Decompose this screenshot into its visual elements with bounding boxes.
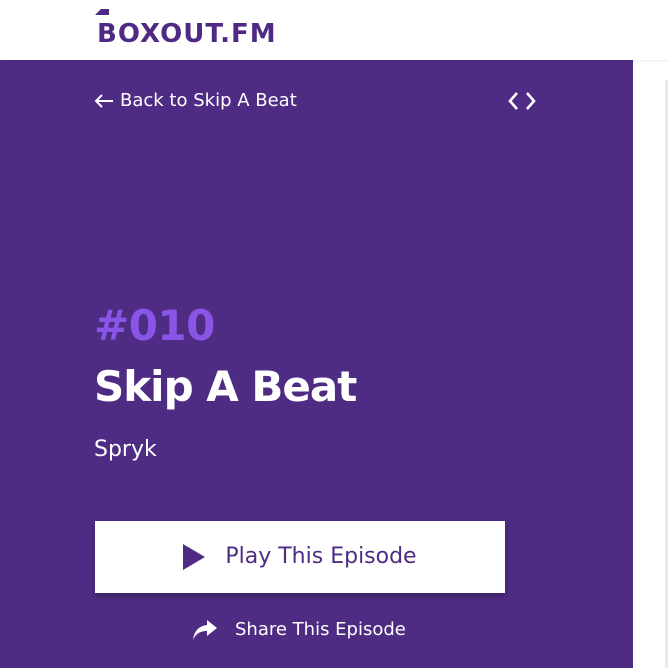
share-arrow-icon <box>193 620 217 640</box>
share-episode-link[interactable]: Share This Episode <box>192 618 406 642</box>
code-icon[interactable] <box>507 90 537 112</box>
play-icon <box>183 544 206 570</box>
episode-number: #010 <box>94 301 215 350</box>
right-content-strip <box>633 60 668 668</box>
share-label: Share This Episode <box>235 619 406 640</box>
episode-artist[interactable]: Spryk <box>94 436 157 464</box>
play-button-label: Play This Episode <box>225 544 417 569</box>
site-logo[interactable]: BOXOUT.FM <box>97 18 277 50</box>
top-bar: BOXOUT.FM <box>0 0 668 60</box>
play-episode-button[interactable]: Play This Episode <box>95 521 505 593</box>
episode-title: Skip A Beat <box>94 362 357 411</box>
back-to-show-link[interactable]: Back to Skip A Beat <box>94 89 297 113</box>
back-link-label: Back to Skip A Beat <box>120 90 297 111</box>
arrow-left-icon <box>94 94 113 108</box>
